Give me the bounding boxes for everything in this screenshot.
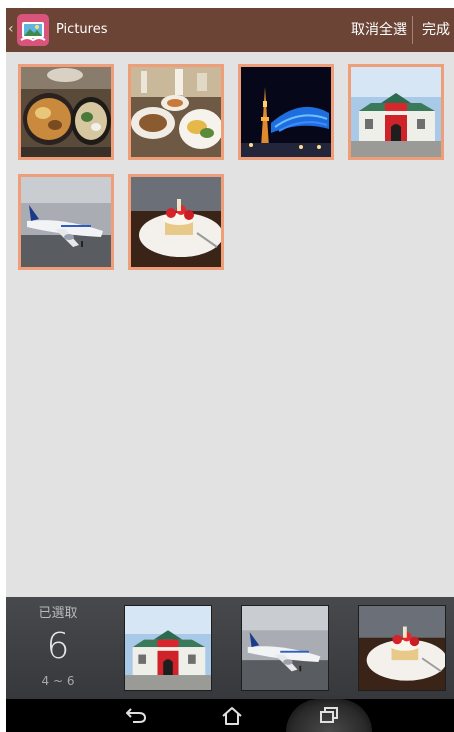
photo-thumbnail-red-building[interactable] [348,64,444,160]
home-icon [222,707,242,725]
photo-thumbnail-food-bowls[interactable] [18,64,114,160]
selected-label: 已選取 [38,606,78,621]
app-title: Pictures [56,22,108,37]
pictures-app-icon[interactable] [17,14,49,46]
recent-apps-icon [320,707,338,723]
navigation-bar [6,699,454,732]
deselect-all-button[interactable]: 取消全選 [351,21,407,39]
top-bar: ‹ Pictures 取消全選 完成 [6,8,454,52]
nav-recent-apps-button[interactable] [299,699,359,732]
photo-thumbnail-strawberry-cake[interactable] [128,174,224,270]
selected-thumbnail-strawberry-cake[interactable] [358,605,446,691]
back-icon [126,708,147,723]
selected-count: 6 [46,626,70,667]
toolbar-divider [412,16,413,44]
selection-tray: 已選取 6 4 ~ 6 [6,597,454,699]
done-button[interactable]: 完成 [422,21,450,39]
nav-home-button[interactable] [202,699,262,732]
nav-back-button[interactable] [106,699,166,732]
app-screen: ‹ Pictures 取消全選 完成 已選取 6 4 ~ 6 [6,8,454,732]
selected-thumbnail-red-building[interactable] [124,605,212,691]
photo-thumbnail-night-tower[interactable] [238,64,334,160]
selection-range: 4 ~ 6 [41,674,75,688]
photo-thumbnail-airplane[interactable] [18,174,114,270]
photo-thumbnail-restaurant-table[interactable] [128,64,224,160]
selected-thumbnail-airplane[interactable] [241,605,329,691]
chevron-left-icon[interactable]: ‹ [8,20,14,38]
